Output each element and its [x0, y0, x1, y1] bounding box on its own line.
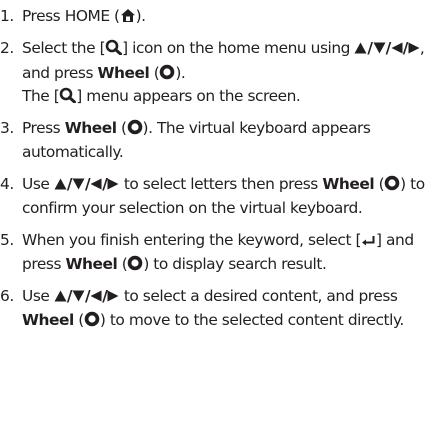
step-text: ).: [135, 7, 146, 25]
wheel-icon: [127, 119, 143, 135]
step-text: to select letters then press: [119, 174, 323, 193]
step-text: (: [73, 311, 84, 329]
step-text: ).: [175, 63, 186, 82]
wheel-icon: [384, 175, 400, 191]
right-arrow-icon: [107, 286, 119, 310]
step-number: 5.: [0, 231, 14, 249]
down-arrow-icon: [373, 38, 386, 62]
search-icon: [59, 87, 77, 103]
step-text: Press HOME (: [22, 7, 120, 25]
step-text: ) to display search result.: [143, 254, 327, 273]
right-arrow-icon: [408, 38, 420, 62]
step-text: Use: [22, 174, 54, 193]
step-number: 4.: [0, 174, 14, 193]
down-arrow-icon: [72, 174, 85, 198]
wheel-label: Wheel: [322, 174, 375, 193]
wheel-icon: [127, 255, 143, 271]
step-number: 2.: [0, 39, 14, 57]
step-text: Use: [22, 286, 54, 305]
instruction-list: 1. Press HOME (). 2. Select the [ ] icon …: [0, 5, 442, 341]
left-arrow-icon: [90, 286, 102, 310]
step-4: 4. Use / / / to select letters then press …: [0, 173, 442, 221]
step-5: 5. When you finish entering the keyword,…: [0, 229, 442, 276]
right-arrow-icon: [107, 174, 119, 198]
wheel-label: Wheel: [97, 63, 150, 82]
step-result-text: The [: [22, 87, 60, 105]
wheel-label: Wheel: [22, 311, 74, 329]
home-icon: [120, 8, 136, 23]
step-text: (: [116, 119, 127, 137]
step-text: When you finish entering the keyword, se…: [22, 231, 362, 249]
step-text: (: [374, 174, 385, 193]
step-text: to select a desired content, and press: [119, 286, 398, 305]
enter-icon: [361, 233, 376, 247]
step-text: ) to move to the selected content direct…: [99, 311, 404, 329]
step-text: Press: [22, 119, 65, 137]
wheel-label: Wheel: [64, 119, 117, 137]
up-arrow-icon: [354, 38, 367, 62]
up-arrow-icon: [54, 286, 67, 310]
step-result-text: ] menu appears on the screen.: [76, 87, 301, 105]
wheel-label: Wheel: [65, 254, 118, 273]
step-text: Select the [: [22, 39, 106, 57]
step-number: 1.: [0, 7, 14, 25]
step-number: 6.: [0, 286, 14, 305]
step-3: 3. Press Wheel (). The virtual keyboard …: [0, 117, 442, 164]
step-number: 3.: [0, 119, 14, 137]
step-2: 2. Select the [ ] icon on the home menu u…: [0, 37, 442, 109]
wheel-icon: [159, 64, 175, 80]
search-icon: [105, 39, 123, 55]
step-text: ] icon on the home menu using: [122, 39, 355, 57]
step-text: (: [117, 254, 128, 273]
step-text: (: [149, 63, 160, 82]
left-arrow-icon: [391, 38, 403, 62]
down-arrow-icon: [72, 286, 85, 310]
step-1: 1. Press HOME ().: [0, 5, 442, 29]
wheel-icon: [84, 311, 100, 327]
left-arrow-icon: [90, 174, 102, 198]
up-arrow-icon: [54, 174, 67, 198]
step-6: 6. Use / / / to select a desired content, …: [0, 285, 442, 333]
